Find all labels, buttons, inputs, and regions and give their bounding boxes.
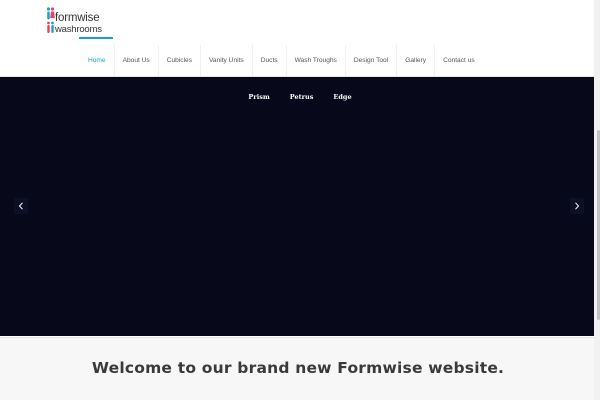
nav-item-gallery[interactable]: Gallery [396, 45, 434, 76]
logo-subtitle: washrooms [55, 24, 102, 35]
nav-item-home[interactable]: Home [80, 45, 114, 76]
washroom-figures-icon [46, 7, 55, 33]
nav-item-ducts[interactable]: Ducts [251, 45, 286, 76]
nav-item-vanity-units[interactable]: Vanity Units [200, 45, 252, 76]
chevron-right-icon [575, 202, 580, 210]
nav-item-cubicles[interactable]: Cubicles [157, 45, 200, 76]
slider-tabs: Prism Petrus Edge [0, 93, 600, 101]
chevron-left-icon [18, 202, 23, 210]
formwise-logo[interactable]: formwise washrooms [46, 6, 118, 40]
slider-tab-petrus[interactable]: Petrus [290, 93, 314, 101]
logo-wordmark: formwise [55, 12, 100, 24]
nav-item-wash-troughs[interactable]: Wash Troughs [285, 45, 345, 76]
welcome-heading: Welcome to our brand new Formwise websit… [91, 359, 505, 377]
logo-underline [79, 37, 113, 39]
welcome-section: Welcome to our brand new Formwise websit… [0, 337, 600, 400]
hero-slider: Prism Petrus Edge [0, 77, 600, 336]
nav-item-contact-us[interactable]: Contact us [434, 45, 483, 76]
slider-prev-button[interactable] [14, 198, 28, 214]
nav-item-design-tool[interactable]: Design Tool [344, 45, 396, 76]
main-nav: Home About Us Cubicles Vanity Units Duct… [80, 45, 483, 76]
slider-tab-prism[interactable]: Prism [248, 93, 269, 101]
slider-tab-edge[interactable]: Edge [333, 93, 351, 101]
slider-next-button[interactable] [570, 198, 584, 214]
nav-item-about-us[interactable]: About Us [113, 45, 158, 76]
site-header: formwise washrooms Home About Us Cubicle… [0, 0, 600, 77]
